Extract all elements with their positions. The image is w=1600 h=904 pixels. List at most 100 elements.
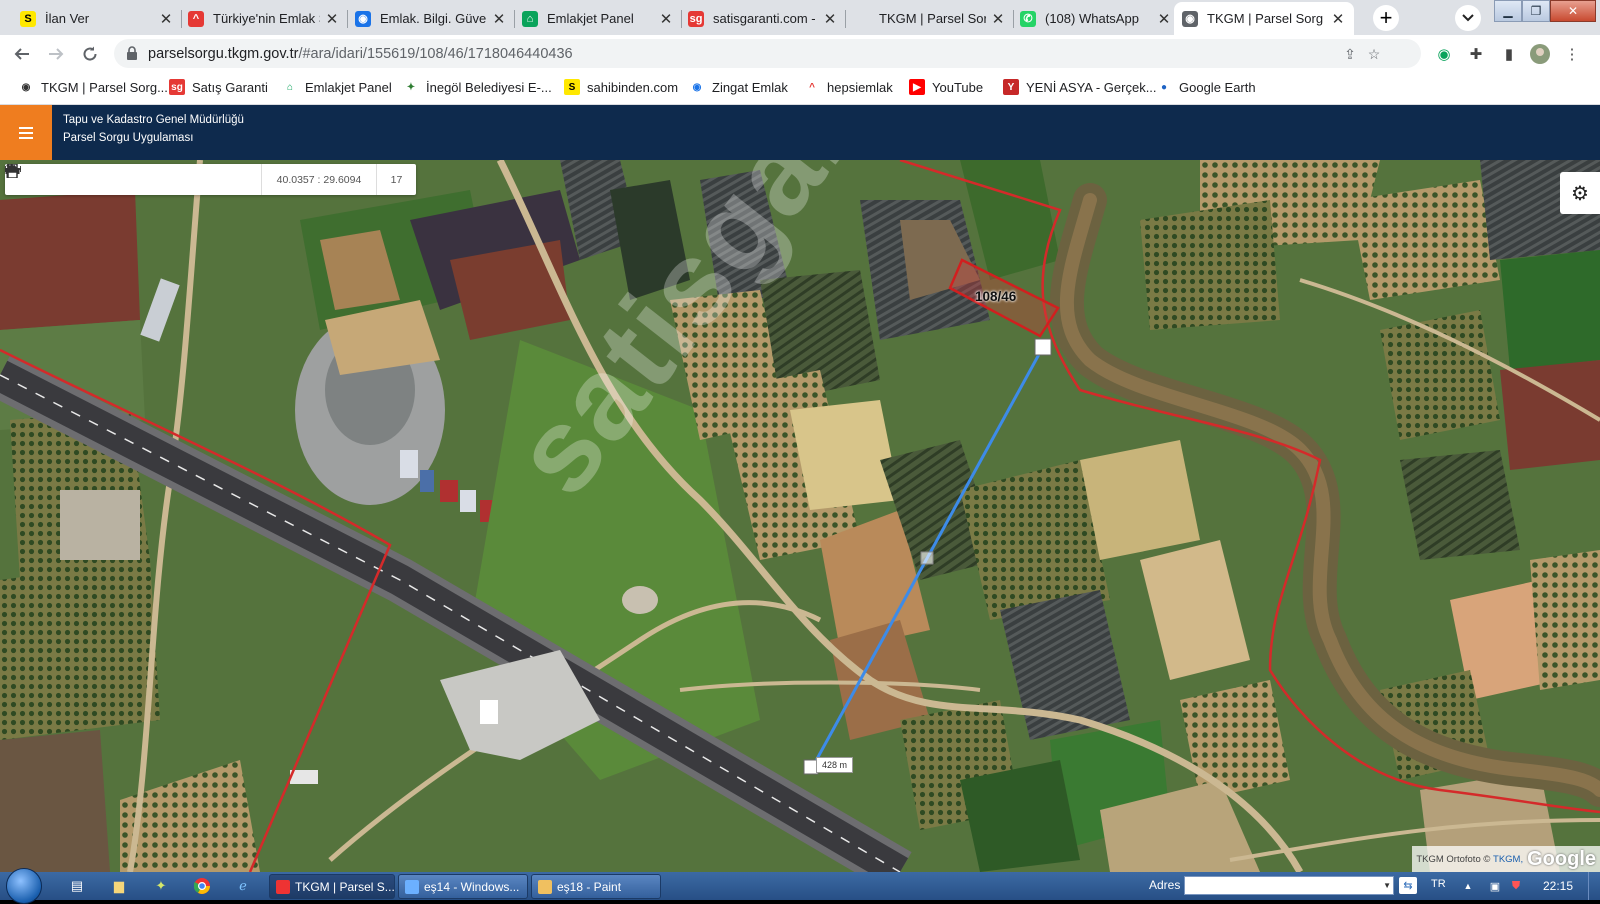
side-panel-icon[interactable]: ▮ [1499,44,1519,64]
bookmark-item[interactable]: ^ hepsiemlak [804,79,893,95]
close-tab-icon[interactable]: ✕ [658,10,674,28]
locate-button[interactable] [5,164,133,195]
yeni-asya-icon: Y [1003,79,1019,95]
show-desktop-icon[interactable]: ▤ [68,877,86,895]
back-button[interactable] [8,40,36,68]
browser-tab[interactable]: ◉ Emlak. Bilgi. Güven ✕ [347,2,515,35]
start-button[interactable] [6,868,42,904]
map-settings-button[interactable]: ⚙ [1560,172,1600,214]
browser-tab[interactable]: TKGM | Parsel Sorg ✕ [846,2,1014,35]
reload-button[interactable] [76,40,104,68]
close-window-button[interactable]: ✕ [1550,0,1596,22]
extension-location-icon[interactable]: ◉ [1434,44,1454,64]
coordinate-readout: 40.0357 : 29.6094 [261,164,376,195]
go-button[interactable]: ⇆ [1399,877,1417,894]
browser-tab[interactable]: S İlan Ver ✕ [12,2,182,35]
close-tab-icon[interactable]: ✕ [158,10,174,28]
browser-tab[interactable]: ✆ (108) WhatsApp ✕ [1012,2,1180,35]
avatar-icon [1530,44,1550,64]
network-icon[interactable]: ▣ [1487,878,1503,894]
photo-viewer-icon [405,879,419,894]
new-tab-button[interactable]: + [1373,5,1399,31]
location-pin-icon: ◉ [1182,10,1198,27]
hamburger-icon [19,126,33,139]
browser-tab[interactable]: sg satisgaranti.com - ✕ [680,2,846,35]
browser-tab[interactable]: ⌂ Emlakjet Panel ✕ [514,2,682,35]
close-tab-icon[interactable]: ✕ [324,10,340,28]
bookmark-item[interactable]: ⌂ Emlakjet Panel [282,79,392,95]
close-tab-icon[interactable]: ✕ [1156,10,1172,28]
chrome-icon[interactable] [193,877,211,895]
measure-mid-handle[interactable] [920,551,934,565]
tab-title: Türkiye'nin Emlak S [213,11,320,26]
bookmark-item[interactable]: ◉ TKGM | Parsel Sorg... [18,79,168,95]
map-toolbar: 40.0357 : 29.6094 17 [5,164,416,195]
browser-tab[interactable]: ◉ TKGM | Parsel Sorg ✕ [1174,2,1354,35]
bookmark-label: Zingat Emlak [712,79,788,95]
app-subtitle: Parsel Sorgu Uygulaması [63,132,194,144]
reload-icon [83,46,97,61]
map-attribution: TKGM Ortofoto © TKGM, Google [1412,846,1600,872]
close-tab-icon[interactable]: ✕ [822,10,838,28]
bookmark-label: TKGM | Parsel Sorg... [41,79,168,95]
attribution-link[interactable]: TKGM, [1493,854,1523,865]
profile-avatar[interactable] [1530,44,1550,64]
clock[interactable]: 22:15 [1543,879,1573,893]
back-arrow-icon [14,48,29,60]
bookmark-star-icon[interactable]: ☆ [1365,45,1383,63]
show-desktop-button[interactable] [1588,872,1600,900]
bookmark-item[interactable]: Y YENİ ASYA - Gerçek... [1003,79,1157,95]
taskbar-button[interactable]: eş14 - Windows... [398,874,528,899]
close-tab-icon[interactable]: ✕ [1330,10,1346,28]
taskbar-button[interactable]: eş18 - Paint [531,874,661,899]
address-toolbar-input[interactable]: ▼ [1184,876,1394,895]
tab-search-button[interactable] [1455,5,1481,31]
inegol-icon: ✦ [406,81,416,93]
zoom-out-button[interactable] [5,164,69,195]
security-shield-icon[interactable]: ⛊ [1508,878,1524,894]
taskbar-button[interactable]: TKGM | Parsel S... [269,874,395,899]
share-icon[interactable]: ⇪ [1341,45,1359,63]
close-tab-icon[interactable]: ✕ [491,10,507,28]
browser-tab[interactable]: ^ Türkiye'nin Emlak S ✕ [180,2,348,35]
sahibinden-icon: S [20,10,36,27]
attribution-text: TKGM Ortofoto © [1416,853,1491,865]
close-tab-icon[interactable]: ✕ [990,10,1006,28]
print-button[interactable] [5,164,261,195]
bookmark-label: İnegöl Belediyesi E-... [426,79,552,95]
info-button[interactable] [6,164,165,195]
bookmark-item[interactable]: Ssahibinden.com [564,79,678,95]
satellite-map[interactable]: satisgaranti.com 40.0357 : 29.6094 17 ⚙ [0,160,1600,872]
internet-explorer-icon[interactable]: ℯ [234,877,252,895]
tab-title: Emlakjet Panel [547,11,634,26]
hamburger-menu-button[interactable] [0,105,52,160]
minimize-window-button[interactable]: ▁ [1494,0,1522,22]
tab-title: satisgaranti.com - [713,11,816,26]
measure-button[interactable] [5,164,229,195]
folder-icon[interactable]: ▆ [110,877,128,895]
extensions-puzzle-icon[interactable]: ✚ [1466,44,1486,64]
tray-expand-icon[interactable]: ▲ [1460,878,1476,894]
measure-start-handle[interactable] [1034,338,1052,356]
address-bar[interactable]: parselsorgu.tkgm.gov.tr/#ara/idari/15561… [114,39,1421,68]
quick-launch-app-icon[interactable]: ✦ [152,877,170,895]
bookmarks-bar: ◉ TKGM | Parsel Sorg... sg Satış Garanti ⌂ Em… [0,72,1600,105]
sahibinden-icon: S [564,79,580,95]
forward-button[interactable] [42,40,70,68]
maximize-window-button[interactable]: ❐ [1522,0,1550,22]
satisgaranti-icon: sg [169,79,185,95]
tab-strip: S İlan Ver ✕ ^ Türkiye'nin Emlak S ✕ ◉ Emlak. B… [0,0,1600,35]
favorite-button[interactable] [5,164,197,195]
tab-title: TKGM | Parsel Sorg [1207,11,1324,26]
bookmark-item[interactable]: ◉ Zingat Emlak [689,79,788,95]
printer-icon [5,164,20,178]
dropdown-arrow-icon[interactable]: ▼ [1383,881,1391,890]
chrome-menu-icon[interactable]: ⋮ [1562,44,1582,64]
bookmark-item[interactable]: ● Google Earth [1156,79,1256,95]
bookmark-item[interactable]: ▶ YouTube [909,79,983,95]
bookmark-item[interactable]: ✦ İnegöl Belediyesi E-... [403,79,552,95]
taskbar-button-label: eş14 - Windows... [424,879,520,894]
refresh-map-button[interactable] [6,164,101,195]
bookmark-item[interactable]: sg Satış Garanti [169,79,268,95]
language-indicator[interactable]: TR [1431,878,1446,890]
